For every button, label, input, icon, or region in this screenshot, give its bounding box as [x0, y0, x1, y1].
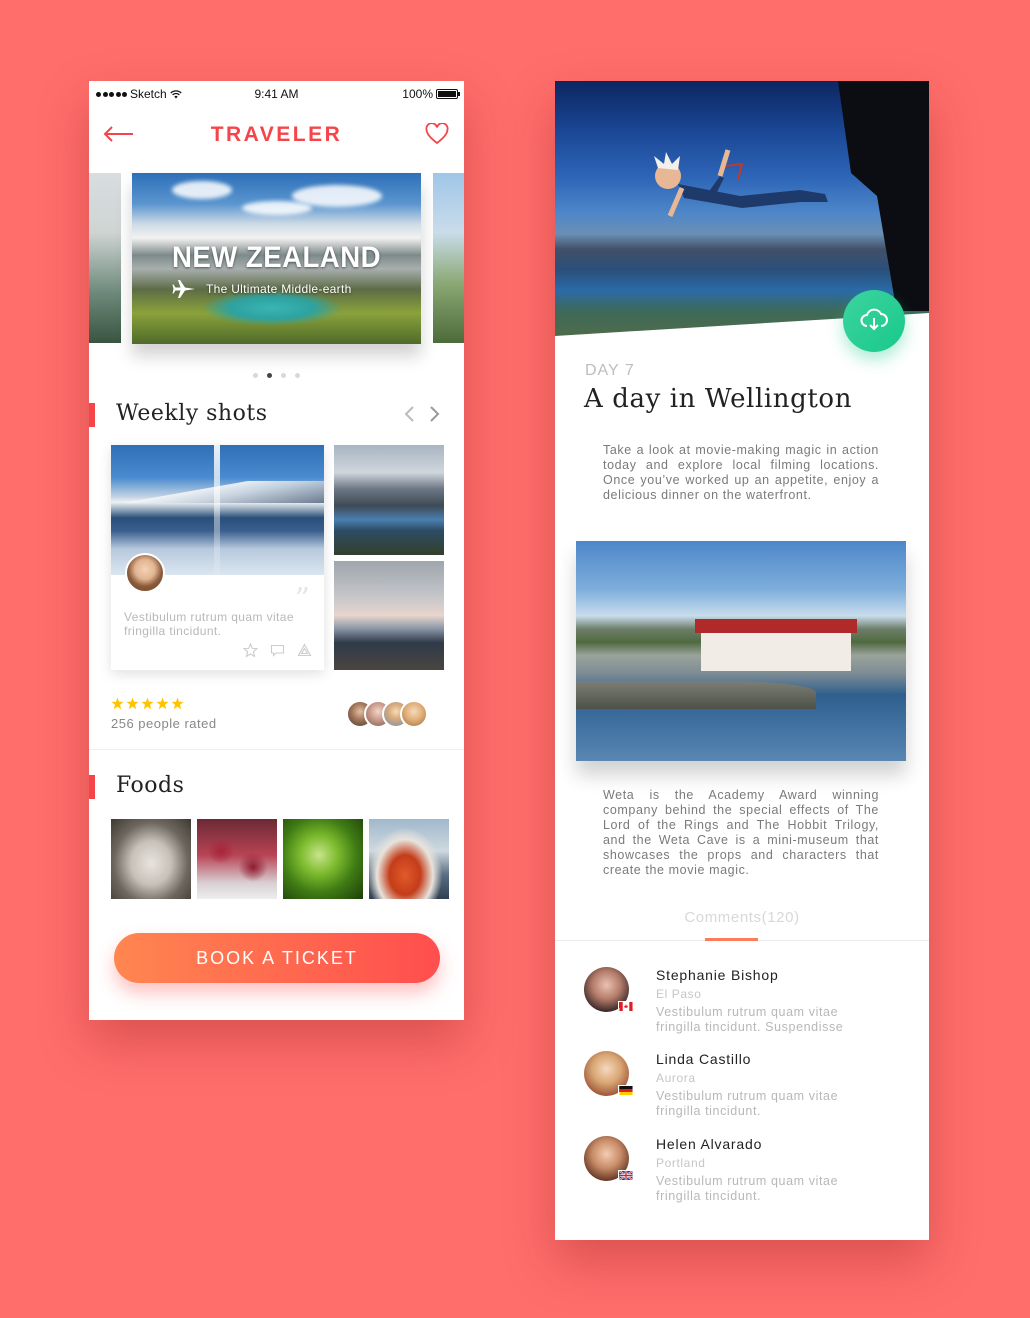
commenter-location: El Paso — [656, 987, 702, 1001]
section-marker — [89, 775, 95, 799]
carousel-next-card[interactable] — [433, 173, 464, 343]
section-marker — [89, 403, 95, 427]
rating-block: 256 people rated — [111, 697, 217, 731]
commenter-location: Aurora — [656, 1071, 696, 1085]
shot-thumbnail[interactable] — [334, 445, 444, 555]
weekly-shots-title: Weekly shots — [116, 401, 268, 426]
pager-dot[interactable] — [295, 373, 300, 378]
commenter-name[interactable]: Linda Castillo — [656, 1051, 751, 1067]
weekly-shots-header: Weekly shots — [89, 401, 464, 431]
food-photo-fern[interactable] — [283, 819, 363, 899]
food-photo-dessert[interactable] — [197, 819, 277, 899]
share-icon[interactable] — [297, 643, 312, 658]
shot-card[interactable]: ” Vestibulum rutrum quam vitae fringilla… — [111, 445, 324, 670]
author-avatar[interactable] — [125, 553, 165, 593]
rater-avatars[interactable] — [346, 700, 428, 728]
comment-icon[interactable] — [270, 643, 285, 658]
commenter-name[interactable]: Helen Alvarado — [656, 1136, 762, 1152]
foods-gallery — [111, 819, 449, 899]
day-label: DAY 7 — [585, 362, 635, 379]
avatar[interactable] — [400, 700, 428, 728]
battery-icon — [436, 89, 460, 99]
airplane-icon — [172, 280, 195, 298]
carousel-pager[interactable] — [89, 373, 464, 378]
cloud-download-icon — [860, 308, 888, 331]
carousel-prev-card[interactable] — [89, 173, 121, 343]
germany-flag-icon — [618, 1085, 634, 1096]
rating-stars — [111, 697, 217, 710]
commenter-name[interactable]: Stephanie Bishop — [656, 967, 779, 983]
shot-caption: Vestibulum rutrum quam vitae fringilla t… — [124, 610, 294, 638]
star-icon — [171, 697, 184, 710]
star-icon — [156, 697, 169, 710]
pager-dot[interactable] — [281, 373, 286, 378]
book-ticket-button[interactable]: BOOK A TICKET — [114, 933, 440, 983]
star-outline-icon[interactable] — [243, 643, 258, 658]
article-photo[interactable] — [576, 541, 906, 761]
star-icon — [111, 697, 124, 710]
commenter-location: Portland — [656, 1156, 706, 1170]
destination-title: NEW ZEALAND — [172, 241, 381, 274]
food-photo-shellfish[interactable] — [369, 819, 449, 899]
destination-carousel[interactable]: NEW ZEALAND The Ultimate Middle-earth — [89, 173, 464, 353]
article-body: Weta is the Academy Award winning compan… — [603, 788, 879, 877]
rating-count: 256 people rated — [111, 716, 217, 731]
status-bar: Sketch 9:41 AM 100% — [89, 81, 464, 107]
app-header: TRAVELER — [89, 113, 464, 157]
home-screen: Sketch 9:41 AM 100% TRAVELER NEW ZEALAND… — [89, 81, 464, 1020]
star-icon — [126, 697, 139, 710]
tab-comments[interactable]: Comments(120) — [555, 909, 929, 926]
food-photo-oyster[interactable] — [111, 819, 191, 899]
chevron-right-icon[interactable] — [427, 405, 441, 423]
star-icon — [141, 697, 154, 710]
canada-flag-icon — [618, 1001, 634, 1012]
shot-actions — [243, 643, 312, 658]
status-right: 100% — [402, 87, 460, 101]
battery-percent: 100% — [402, 87, 433, 101]
destination-card[interactable]: NEW ZEALAND The Ultimate Middle-earth — [132, 173, 421, 344]
bungy-jumper — [654, 149, 828, 217]
destination-subtitle: The Ultimate Middle-earth — [206, 282, 352, 296]
foods-title: Foods — [116, 773, 185, 798]
comment-text: Vestibulum rutrum quam vitae fringilla t… — [656, 1089, 839, 1118]
comment-text: Vestibulum rutrum quam vitae fringilla t… — [656, 1174, 839, 1203]
tab-active-indicator — [705, 938, 758, 941]
download-button[interactable] — [843, 290, 905, 352]
section-divider — [89, 749, 464, 750]
heart-icon[interactable] — [425, 123, 449, 145]
foods-header: Foods — [89, 773, 464, 803]
chevron-left-icon[interactable] — [403, 405, 417, 423]
article-intro: Take a look at movie-making magic in act… — [603, 443, 879, 502]
pager-dot-active[interactable] — [267, 373, 272, 378]
article-title: A day in Wellington — [584, 384, 853, 414]
app-title: TRAVELER — [210, 123, 343, 146]
shot-thumbnail[interactable] — [334, 561, 444, 670]
detail-screen: DAY 7 A day in Wellington Take a look at… — [555, 81, 929, 1240]
comment-text: Vestibulum rutrum quam vitae fringilla t… — [656, 1005, 844, 1034]
uk-flag-icon — [618, 1170, 634, 1181]
destination-subtitle-row: The Ultimate Middle-earth — [172, 279, 352, 299]
pager-dot[interactable] — [253, 373, 258, 378]
